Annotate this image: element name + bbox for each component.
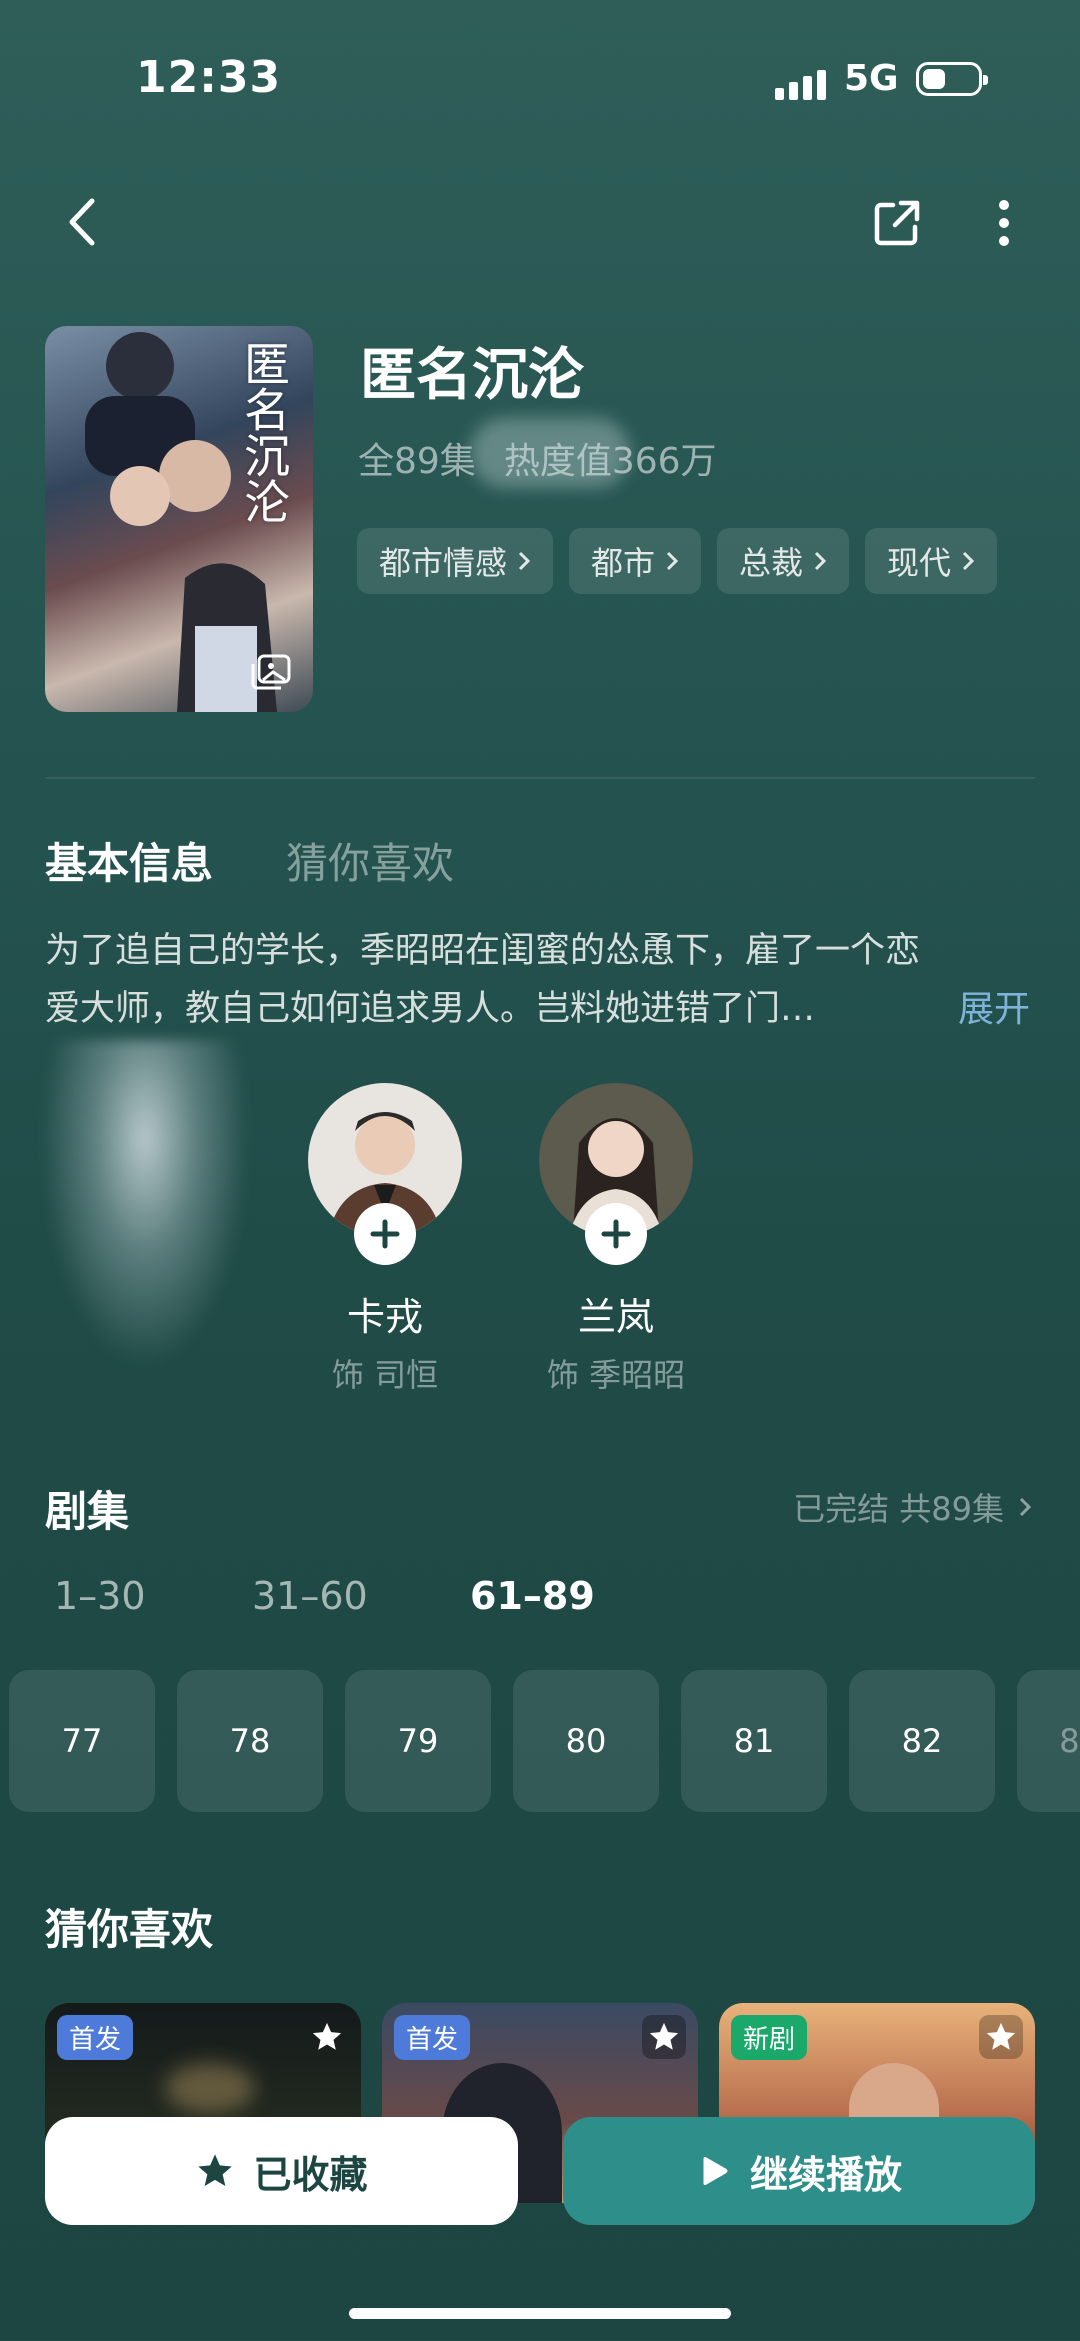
tag-item[interactable]: 现代 (865, 528, 998, 594)
episode-button[interactable]: 80 (513, 1670, 659, 1812)
tag-list: 都市情感 都市 总裁 现代 (357, 528, 998, 594)
badge: 首发 (57, 2015, 134, 2060)
episode-button[interactable]: 82 (849, 1670, 995, 1812)
expand-link[interactable]: 展开 (958, 980, 1030, 1032)
episodes-status-link[interactable]: 已完结 共89集 (793, 1484, 1032, 1530)
tab-recommend[interactable]: 猜你喜欢 (286, 830, 454, 891)
back-icon[interactable] (52, 192, 112, 252)
share-icon[interactable] (866, 192, 928, 254)
tag-label: 现代 (887, 544, 952, 582)
play-button[interactable]: 继续播放 (563, 2117, 1035, 2225)
collect-button[interactable]: 已收藏 (45, 2117, 518, 2225)
play-icon (703, 2157, 728, 2185)
episode-range-tab[interactable]: 31–60 (252, 1574, 368, 1618)
badge: 首发 (394, 2015, 471, 2060)
cast-role: 饰 季昭昭 (546, 1356, 686, 1394)
episode-button[interactable]: 78 (177, 1670, 323, 1812)
synopsis-text: 为了追自己的学长，季昭昭在闺蜜的怂恿下，雇了一个恋爱大师，教自己如何追求男人。岂… (45, 931, 921, 1029)
episodes-title: 剧集 (45, 1487, 130, 1536)
tag-label: 总裁 (739, 544, 804, 582)
badge: 新剧 (731, 2015, 808, 2060)
star-icon[interactable] (305, 2015, 349, 2059)
network-type: 5G (844, 58, 899, 99)
signal-icon (775, 66, 829, 100)
episode-button[interactable]: 79 (345, 1670, 491, 1812)
cast-role: 饰 司恒 (331, 1356, 439, 1394)
collect-label: 已收藏 (253, 2152, 368, 2197)
episode-button[interactable]: 83 (1017, 1670, 1080, 1812)
chevron-right-icon (518, 551, 531, 571)
tag-item[interactable]: 都市 (569, 528, 702, 594)
follow-button[interactable] (354, 1203, 416, 1265)
chevron-right-icon (963, 551, 975, 571)
star-icon[interactable] (979, 2015, 1023, 2059)
battery-icon (916, 62, 988, 96)
chevron-right-icon (1019, 1497, 1032, 1517)
episodes-total: 全89集 (358, 441, 476, 482)
tab-basic-info[interactable]: 基本信息 (45, 830, 213, 891)
cast-name: 兰岚 (577, 1295, 654, 1339)
poster-title: 匿名沉沦 (237, 340, 291, 524)
star-icon[interactable] (642, 2015, 686, 2059)
blur-overlay (470, 418, 630, 488)
drama-title: 匿名沉沦 (360, 343, 584, 408)
episode-range-tab[interactable]: 1–30 (54, 1574, 146, 1618)
recommend-title: 猜你喜欢 (45, 1905, 214, 1954)
status-time: 12:33 (136, 52, 282, 103)
drama-poster[interactable]: 匿名沉沦 (45, 326, 313, 712)
episode-range-tab-active[interactable]: 61–89 (470, 1574, 595, 1618)
episode-button[interactable]: 81 (681, 1670, 827, 1812)
tag-label: 都市 (591, 544, 656, 582)
tag-label: 都市情感 (379, 544, 508, 582)
episodes-status: 已完结 共89集 (793, 1490, 1004, 1528)
more-icon[interactable] (984, 192, 1024, 254)
gallery-icon[interactable] (251, 654, 291, 690)
chevron-right-icon (666, 551, 679, 571)
chevron-right-icon (814, 551, 827, 571)
blurred-cast-member (40, 1040, 250, 1370)
cast-name: 卡戎 (346, 1295, 423, 1339)
episode-button[interactable]: 77 (9, 1670, 155, 1812)
plus-icon (370, 1219, 400, 1249)
divider (45, 777, 1035, 779)
plus-icon (601, 1219, 631, 1249)
star-icon (198, 2154, 233, 2186)
follow-button[interactable] (585, 1203, 647, 1265)
episode-number: 83 (1059, 1722, 1080, 1760)
tag-item[interactable]: 总裁 (717, 528, 850, 594)
tag-item[interactable]: 都市情感 (357, 528, 554, 594)
home-indicator (349, 2308, 731, 2319)
play-label: 继续播放 (749, 2152, 902, 2197)
